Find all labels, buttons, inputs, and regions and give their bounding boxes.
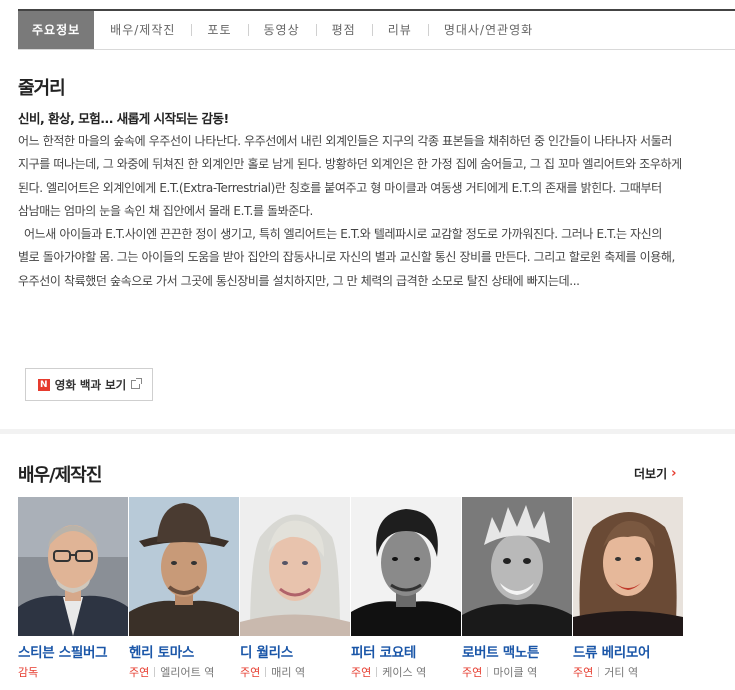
- cast-photo[interactable]: [18, 497, 128, 636]
- role-separator: [265, 667, 267, 677]
- role-separator: [487, 667, 489, 677]
- role-separator: [154, 667, 156, 677]
- cast-card[interactable]: 드류 베리모어 주연 거티 역: [573, 497, 684, 679]
- cast-role-type: 주연: [240, 666, 261, 679]
- synopsis-paragraph: 어느새 아이들과 E.T.사이엔 끈끈한 정이 생기고, 특히 엘리어트는 E.…: [18, 227, 675, 288]
- cast-card[interactable]: 피터 코요테 주연 케이스 역: [351, 497, 462, 679]
- synopsis-tagline: 신비, 환상, 모험... 새롭게 시작되는 감동!: [18, 111, 229, 126]
- section-divider: [0, 429, 735, 434]
- cast-role-type: 주연: [129, 666, 150, 679]
- cast-role-type: 주연: [573, 666, 594, 679]
- cast-character: 마이클 역: [493, 666, 538, 679]
- cast-character: 매리 역: [271, 666, 306, 679]
- cast-role: 주연 케이스 역: [351, 664, 426, 680]
- synopsis-paragraph: 어느 한적한 마을의 숲속에 우주선이 나타난다. 우주선에서 내린 외계인들은…: [18, 134, 682, 218]
- cast-role: 주연 거티 역: [573, 664, 638, 680]
- cast-role: 주연 엘리어트 역: [129, 664, 214, 680]
- cast-card[interactable]: 스티븐 스필버그 감독: [18, 497, 129, 679]
- naver-n-icon: N: [37, 378, 50, 391]
- cast-card[interactable]: 헨리 토마스 주연 엘리어트 역: [129, 497, 240, 679]
- more-link[interactable]: 더보기 ›: [634, 465, 676, 482]
- cast-photo[interactable]: [351, 497, 461, 636]
- cast-name[interactable]: 드류 베리모어: [573, 641, 683, 661]
- cast-photo[interactable]: [462, 497, 572, 636]
- movie-encyclopedia-button[interactable]: N 영화 백과 보기: [25, 368, 153, 401]
- cast-character: 케이스 역: [382, 666, 427, 679]
- role-separator: [598, 667, 600, 677]
- tab-rating[interactable]: 평점: [315, 11, 372, 49]
- cast-photo[interactable]: [573, 497, 683, 636]
- cast-character: 엘리어트 역: [160, 666, 215, 679]
- synopsis-text: 어느 한적한 마을의 숲속에 우주선이 나타난다. 우주선에서 내린 외계인들은…: [18, 130, 686, 293]
- cast-role-type: 주연: [351, 666, 372, 679]
- cast-character: 거티 역: [604, 666, 639, 679]
- cast-role-type: 주연: [462, 666, 483, 679]
- cast-name[interactable]: 로버트 맥노튼: [462, 641, 572, 661]
- chevron-right-icon: ›: [671, 466, 677, 481]
- cast-section-title: 배우/제작진: [18, 465, 102, 486]
- cast-card[interactable]: 디 월리스 주연 매리 역: [240, 497, 351, 679]
- tab-photo[interactable]: 포토: [191, 11, 247, 49]
- tab-bar: 주요정보 배우/제작진 포토 동영상 평점 리뷰 명대사/연관영화: [18, 9, 735, 50]
- cast-card[interactable]: 로버트 맥노튼 주연 마이클 역: [462, 497, 573, 679]
- tab-main-info[interactable]: 주요정보: [18, 11, 95, 49]
- tab-cast-crew[interactable]: 배우/제작진: [94, 11, 191, 49]
- cast-list: 스티븐 스필버그 감독 헨리 토마스 주연 엘리어트 역 디 월리스 주연 매리…: [18, 497, 684, 679]
- cast-role: 감독: [18, 664, 38, 680]
- movie-encyclopedia-label: 영화 백과 보기: [54, 377, 127, 392]
- tab-quotes-related[interactable]: 명대사/연관영화: [427, 11, 549, 49]
- tab-review[interactable]: 리뷰: [371, 11, 428, 49]
- more-label: 더보기: [634, 467, 668, 481]
- cast-photo[interactable]: [129, 497, 239, 636]
- role-separator: [376, 667, 378, 677]
- tab-video[interactable]: 동영상: [247, 11, 316, 49]
- external-link-icon: [131, 378, 143, 389]
- cast-name[interactable]: 헨리 토마스: [129, 641, 239, 661]
- cast-photo[interactable]: [240, 497, 350, 636]
- cast-name[interactable]: 스티븐 스필버그: [18, 641, 128, 661]
- cast-name[interactable]: 디 월리스: [240, 641, 350, 661]
- cast-role-type: 감독: [18, 666, 39, 679]
- cast-role: 주연 매리 역: [240, 664, 305, 680]
- cast-role: 주연 마이클 역: [462, 664, 537, 680]
- cast-name[interactable]: 피터 코요테: [351, 641, 461, 661]
- synopsis-title: 줄거리: [18, 78, 66, 99]
